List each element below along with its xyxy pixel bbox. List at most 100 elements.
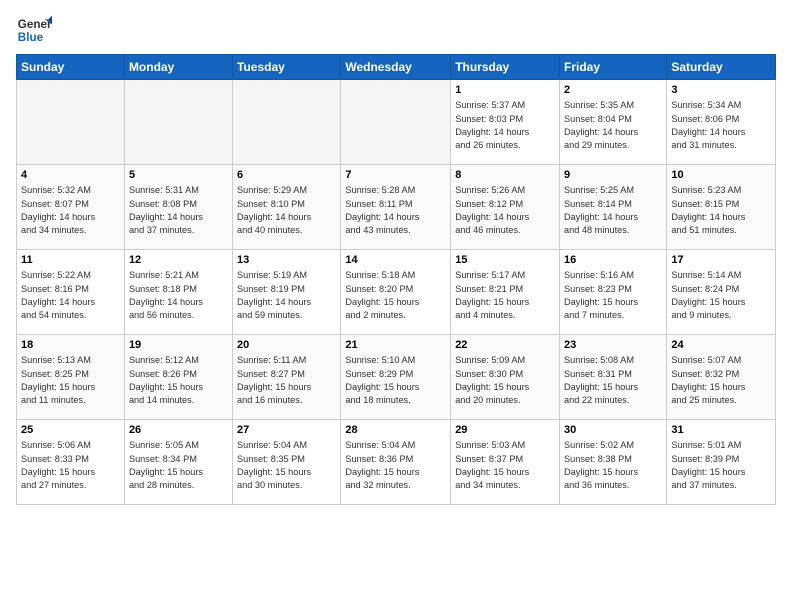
day-info: Sunrise: 5:02 AM Sunset: 8:38 PM Dayligh… — [564, 439, 662, 492]
day-number: 8 — [455, 168, 555, 183]
day-cell: 18Sunrise: 5:13 AM Sunset: 8:25 PM Dayli… — [17, 335, 125, 420]
day-number: 25 — [21, 423, 120, 438]
week-row-1: 1Sunrise: 5:37 AM Sunset: 8:03 PM Daylig… — [17, 80, 776, 165]
day-cell: 10Sunrise: 5:23 AM Sunset: 8:15 PM Dayli… — [667, 165, 776, 250]
day-cell: 9Sunrise: 5:25 AM Sunset: 8:14 PM Daylig… — [560, 165, 667, 250]
day-number: 16 — [564, 253, 662, 268]
day-info: Sunrise: 5:19 AM Sunset: 8:19 PM Dayligh… — [237, 269, 336, 322]
day-info: Sunrise: 5:35 AM Sunset: 8:04 PM Dayligh… — [564, 99, 662, 152]
day-cell: 6Sunrise: 5:29 AM Sunset: 8:10 PM Daylig… — [233, 165, 341, 250]
day-number: 21 — [345, 338, 446, 353]
day-info: Sunrise: 5:17 AM Sunset: 8:21 PM Dayligh… — [455, 269, 555, 322]
day-number: 4 — [21, 168, 120, 183]
day-cell: 1Sunrise: 5:37 AM Sunset: 8:03 PM Daylig… — [451, 80, 560, 165]
day-number: 29 — [455, 423, 555, 438]
day-info: Sunrise: 5:28 AM Sunset: 8:11 PM Dayligh… — [345, 184, 446, 237]
day-number: 1 — [455, 83, 555, 98]
day-info: Sunrise: 5:29 AM Sunset: 8:10 PM Dayligh… — [237, 184, 336, 237]
day-info: Sunrise: 5:06 AM Sunset: 8:33 PM Dayligh… — [21, 439, 120, 492]
day-info: Sunrise: 5:37 AM Sunset: 8:03 PM Dayligh… — [455, 99, 555, 152]
week-row-4: 18Sunrise: 5:13 AM Sunset: 8:25 PM Dayli… — [17, 335, 776, 420]
day-cell: 8Sunrise: 5:26 AM Sunset: 8:12 PM Daylig… — [451, 165, 560, 250]
day-number: 28 — [345, 423, 446, 438]
day-number: 7 — [345, 168, 446, 183]
day-cell: 27Sunrise: 5:04 AM Sunset: 8:35 PM Dayli… — [233, 420, 341, 505]
day-info: Sunrise: 5:07 AM Sunset: 8:32 PM Dayligh… — [671, 354, 771, 407]
weekday-header-tuesday: Tuesday — [233, 55, 341, 80]
day-info: Sunrise: 5:10 AM Sunset: 8:29 PM Dayligh… — [345, 354, 446, 407]
day-number: 23 — [564, 338, 662, 353]
day-cell: 2Sunrise: 5:35 AM Sunset: 8:04 PM Daylig… — [560, 80, 667, 165]
day-cell: 23Sunrise: 5:08 AM Sunset: 8:31 PM Dayli… — [560, 335, 667, 420]
day-number: 13 — [237, 253, 336, 268]
day-cell — [233, 80, 341, 165]
day-number: 31 — [671, 423, 771, 438]
day-number: 22 — [455, 338, 555, 353]
day-number: 9 — [564, 168, 662, 183]
header: General Blue — [16, 12, 776, 48]
day-number: 11 — [21, 253, 120, 268]
day-number: 6 — [237, 168, 336, 183]
day-cell: 13Sunrise: 5:19 AM Sunset: 8:19 PM Dayli… — [233, 250, 341, 335]
day-info: Sunrise: 5:05 AM Sunset: 8:34 PM Dayligh… — [129, 439, 228, 492]
day-info: Sunrise: 5:18 AM Sunset: 8:20 PM Dayligh… — [345, 269, 446, 322]
day-number: 2 — [564, 83, 662, 98]
day-info: Sunrise: 5:01 AM Sunset: 8:39 PM Dayligh… — [671, 439, 771, 492]
day-cell — [17, 80, 125, 165]
weekday-header-wednesday: Wednesday — [341, 55, 451, 80]
day-info: Sunrise: 5:23 AM Sunset: 8:15 PM Dayligh… — [671, 184, 771, 237]
day-cell: 25Sunrise: 5:06 AM Sunset: 8:33 PM Dayli… — [17, 420, 125, 505]
day-info: Sunrise: 5:31 AM Sunset: 8:08 PM Dayligh… — [129, 184, 228, 237]
day-cell: 7Sunrise: 5:28 AM Sunset: 8:11 PM Daylig… — [341, 165, 451, 250]
day-info: Sunrise: 5:25 AM Sunset: 8:14 PM Dayligh… — [564, 184, 662, 237]
weekday-header-row: SundayMondayTuesdayWednesdayThursdayFrid… — [17, 55, 776, 80]
day-info: Sunrise: 5:08 AM Sunset: 8:31 PM Dayligh… — [564, 354, 662, 407]
weekday-header-saturday: Saturday — [667, 55, 776, 80]
day-info: Sunrise: 5:32 AM Sunset: 8:07 PM Dayligh… — [21, 184, 120, 237]
day-info: Sunrise: 5:04 AM Sunset: 8:36 PM Dayligh… — [345, 439, 446, 492]
day-cell: 17Sunrise: 5:14 AM Sunset: 8:24 PM Dayli… — [667, 250, 776, 335]
day-number: 14 — [345, 253, 446, 268]
day-cell — [124, 80, 232, 165]
day-cell: 14Sunrise: 5:18 AM Sunset: 8:20 PM Dayli… — [341, 250, 451, 335]
weekday-header-friday: Friday — [560, 55, 667, 80]
day-cell — [341, 80, 451, 165]
day-number: 18 — [21, 338, 120, 353]
day-cell: 4Sunrise: 5:32 AM Sunset: 8:07 PM Daylig… — [17, 165, 125, 250]
day-number: 3 — [671, 83, 771, 98]
day-info: Sunrise: 5:22 AM Sunset: 8:16 PM Dayligh… — [21, 269, 120, 322]
day-info: Sunrise: 5:16 AM Sunset: 8:23 PM Dayligh… — [564, 269, 662, 322]
day-info: Sunrise: 5:09 AM Sunset: 8:30 PM Dayligh… — [455, 354, 555, 407]
day-info: Sunrise: 5:14 AM Sunset: 8:24 PM Dayligh… — [671, 269, 771, 322]
day-cell: 11Sunrise: 5:22 AM Sunset: 8:16 PM Dayli… — [17, 250, 125, 335]
logo-icon: General Blue — [16, 12, 52, 48]
day-info: Sunrise: 5:04 AM Sunset: 8:35 PM Dayligh… — [237, 439, 336, 492]
day-cell: 19Sunrise: 5:12 AM Sunset: 8:26 PM Dayli… — [124, 335, 232, 420]
day-number: 15 — [455, 253, 555, 268]
day-info: Sunrise: 5:21 AM Sunset: 8:18 PM Dayligh… — [129, 269, 228, 322]
day-number: 10 — [671, 168, 771, 183]
day-cell: 26Sunrise: 5:05 AM Sunset: 8:34 PM Dayli… — [124, 420, 232, 505]
day-cell: 12Sunrise: 5:21 AM Sunset: 8:18 PM Dayli… — [124, 250, 232, 335]
day-number: 12 — [129, 253, 228, 268]
day-number: 27 — [237, 423, 336, 438]
day-number: 17 — [671, 253, 771, 268]
svg-text:Blue: Blue — [18, 31, 44, 44]
day-cell: 31Sunrise: 5:01 AM Sunset: 8:39 PM Dayli… — [667, 420, 776, 505]
day-number: 30 — [564, 423, 662, 438]
day-cell: 21Sunrise: 5:10 AM Sunset: 8:29 PM Dayli… — [341, 335, 451, 420]
day-cell: 20Sunrise: 5:11 AM Sunset: 8:27 PM Dayli… — [233, 335, 341, 420]
day-info: Sunrise: 5:13 AM Sunset: 8:25 PM Dayligh… — [21, 354, 120, 407]
day-info: Sunrise: 5:12 AM Sunset: 8:26 PM Dayligh… — [129, 354, 228, 407]
calendar-table: SundayMondayTuesdayWednesdayThursdayFrid… — [16, 54, 776, 505]
week-row-5: 25Sunrise: 5:06 AM Sunset: 8:33 PM Dayli… — [17, 420, 776, 505]
weekday-header-thursday: Thursday — [451, 55, 560, 80]
day-info: Sunrise: 5:03 AM Sunset: 8:37 PM Dayligh… — [455, 439, 555, 492]
day-info: Sunrise: 5:34 AM Sunset: 8:06 PM Dayligh… — [671, 99, 771, 152]
day-info: Sunrise: 5:26 AM Sunset: 8:12 PM Dayligh… — [455, 184, 555, 237]
day-cell: 28Sunrise: 5:04 AM Sunset: 8:36 PM Dayli… — [341, 420, 451, 505]
day-cell: 16Sunrise: 5:16 AM Sunset: 8:23 PM Dayli… — [560, 250, 667, 335]
week-row-3: 11Sunrise: 5:22 AM Sunset: 8:16 PM Dayli… — [17, 250, 776, 335]
day-cell: 3Sunrise: 5:34 AM Sunset: 8:06 PM Daylig… — [667, 80, 776, 165]
day-number: 20 — [237, 338, 336, 353]
